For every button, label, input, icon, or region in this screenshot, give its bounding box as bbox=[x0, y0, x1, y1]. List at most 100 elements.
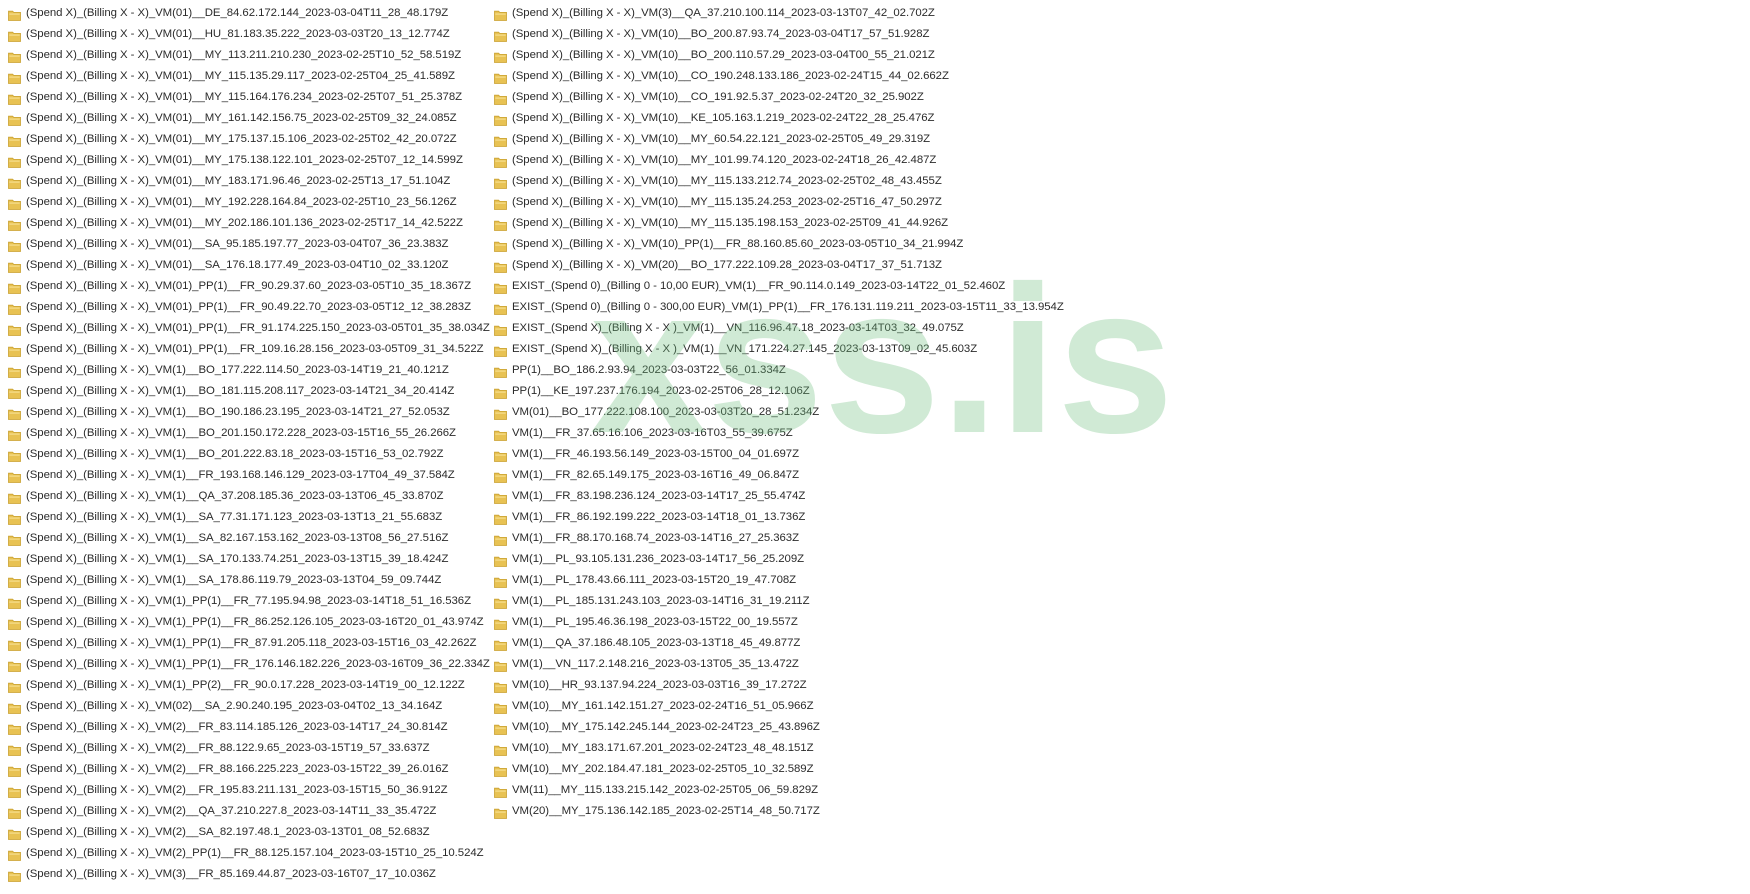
folder-item[interactable]: VM(1)__FR_46.193.56.149_2023-03-15T00_04… bbox=[494, 444, 1054, 465]
folder-item[interactable]: (Spend X)_(Billing X - X)_VM(1)__FR_193.… bbox=[8, 465, 494, 486]
folder-name: (Spend X)_(Billing X - X)_VM(2)__FR_83.1… bbox=[26, 721, 448, 733]
folder-item[interactable]: VM(1)__PL_195.46.36.198_2023-03-15T22_00… bbox=[494, 612, 1054, 633]
folder-item[interactable]: VM(1)__FR_37.65.16.106_2023-03-16T03_55_… bbox=[494, 423, 1054, 444]
folder-item[interactable]: (Spend X)_(Billing X - X)_VM(01)__MY_192… bbox=[8, 192, 494, 213]
folder-item[interactable]: (Spend X)_(Billing X - X)_VM(1)_PP(1)__F… bbox=[8, 654, 494, 675]
folder-item[interactable]: (Spend X)_(Billing X - X)_VM(1)__BO_181.… bbox=[8, 381, 494, 402]
folder-item[interactable]: (Spend X)_(Billing X - X)_VM(01)_PP(1)__… bbox=[8, 297, 494, 318]
folder-item[interactable]: (Spend X)_(Billing X - X)_VM(1)__QA_37.2… bbox=[8, 486, 494, 507]
folder-item[interactable]: EXIST_(Spend X)_(Billing X - X )_VM(1)__… bbox=[494, 318, 1054, 339]
folder-item[interactable]: VM(20)__MY_175.136.142.185_2023-02-25T14… bbox=[494, 801, 1054, 822]
folder-item[interactable]: (Spend X)_(Billing X - X)_VM(2)_PP(1)__F… bbox=[8, 843, 494, 864]
folder-item[interactable]: (Spend X)_(Billing X - X)_VM(10)__MY_101… bbox=[494, 150, 1054, 171]
folder-item[interactable]: (Spend X)_(Billing X - X)_VM(1)__BO_190.… bbox=[8, 402, 494, 423]
folder-item[interactable]: (Spend X)_(Billing X - X)_VM(02)__SA_2.9… bbox=[8, 696, 494, 717]
folder-item[interactable]: (Spend X)_(Billing X - X)_VM(1)_PP(1)__F… bbox=[8, 633, 494, 654]
folder-item[interactable]: (Spend X)_(Billing X - X)_VM(10)__BO_200… bbox=[494, 45, 1054, 66]
folder-item[interactable]: VM(10)__MY_161.142.151.27_2023-02-24T16_… bbox=[494, 696, 1054, 717]
folder-item[interactable]: (Spend X)_(Billing X - X)_VM(1)__BO_201.… bbox=[8, 444, 494, 465]
folder-item[interactable]: VM(10)__MY_175.142.245.144_2023-02-24T23… bbox=[494, 717, 1054, 738]
folder-icon bbox=[8, 386, 21, 399]
folder-item[interactable]: (Spend X)_(Billing X - X)_VM(1)__BO_201.… bbox=[8, 423, 494, 444]
folder-item[interactable]: VM(10)__HR_93.137.94.224_2023-03-03T16_3… bbox=[494, 675, 1054, 696]
folder-name: (Spend X)_(Billing X - X)_VM(01)__MY_115… bbox=[26, 70, 455, 82]
folder-icon bbox=[8, 722, 21, 735]
folder-item[interactable]: (Spend X)_(Billing X - X)_VM(01)__MY_115… bbox=[8, 66, 494, 87]
folder-item[interactable]: (Spend X)_(Billing X - X)_VM(01)__MY_115… bbox=[8, 87, 494, 108]
folder-item[interactable]: (Spend X)_(Billing X - X)_VM(10)_PP(1)__… bbox=[494, 234, 1054, 255]
folder-item[interactable]: (Spend X)_(Billing X - X)_VM(01)__MY_183… bbox=[8, 171, 494, 192]
folder-item[interactable]: VM(1)__FR_82.65.149.175_2023-03-16T16_49… bbox=[494, 465, 1054, 486]
folder-item[interactable]: (Spend X)_(Billing X - X)_VM(01)__MY_175… bbox=[8, 129, 494, 150]
folder-name: (Spend X)_(Billing X - X)_VM(2)_PP(1)__F… bbox=[26, 847, 484, 859]
folder-item[interactable]: (Spend X)_(Billing X - X)_VM(10)__MY_60.… bbox=[494, 129, 1054, 150]
folder-name: (Spend X)_(Billing X - X)_VM(10)__MY_115… bbox=[512, 217, 949, 229]
folder-item[interactable]: VM(1)__VN_117.2.148.216_2023-03-13T05_35… bbox=[494, 654, 1054, 675]
folder-item[interactable]: (Spend X)_(Billing X - X)_VM(01)__MY_175… bbox=[8, 150, 494, 171]
folder-item[interactable]: (Spend X)_(Billing X - X)_VM(2)__QA_37.2… bbox=[8, 801, 494, 822]
folder-item[interactable]: VM(11)__MY_115.133.215.142_2023-02-25T05… bbox=[494, 780, 1054, 801]
folder-item[interactable]: (Spend X)_(Billing X - X)_VM(01)__MY_113… bbox=[8, 45, 494, 66]
folder-item[interactable]: (Spend X)_(Billing X - X)_VM(01)__MY_202… bbox=[8, 213, 494, 234]
folder-item[interactable]: (Spend X)_(Billing X - X)_VM(01)_PP(1)__… bbox=[8, 318, 494, 339]
folder-icon bbox=[494, 218, 507, 231]
folder-item[interactable]: (Spend X)_(Billing X - X)_VM(10)__MY_115… bbox=[494, 171, 1054, 192]
folder-item[interactable]: (Spend X)_(Billing X - X)_VM(2)__SA_82.1… bbox=[8, 822, 494, 843]
folder-item[interactable]: (Spend X)_(Billing X - X)_VM(1)__SA_82.1… bbox=[8, 528, 494, 549]
folder-item[interactable]: (Spend X)_(Billing X - X)_VM(1)_PP(1)__F… bbox=[8, 612, 494, 633]
folder-icon bbox=[494, 365, 507, 378]
folder-icon bbox=[8, 491, 21, 504]
folder-item[interactable]: (Spend X)_(Billing X - X)_VM(1)__SA_77.3… bbox=[8, 507, 494, 528]
folder-item[interactable]: (Spend X)_(Billing X - X)_VM(1)_PP(2)__F… bbox=[8, 675, 494, 696]
folder-item[interactable]: VM(01)__BO_177.222.108.100_2023-03-03T20… bbox=[494, 402, 1054, 423]
folder-item[interactable]: VM(10)__MY_202.184.47.181_2023-02-25T05_… bbox=[494, 759, 1054, 780]
folder-item[interactable]: EXIST_(Spend 0)_(Billing 0 - 10,00 EUR)_… bbox=[494, 276, 1054, 297]
folder-item[interactable]: (Spend X)_(Billing X - X)_VM(2)__FR_195.… bbox=[8, 780, 494, 801]
folder-item[interactable]: VM(1)__PL_178.43.66.111_2023-03-15T20_19… bbox=[494, 570, 1054, 591]
folder-icon bbox=[494, 8, 507, 21]
folder-item[interactable]: (Spend X)_(Billing X - X)_VM(10)__MY_115… bbox=[494, 192, 1054, 213]
folder-item[interactable]: (Spend X)_(Billing X - X)_VM(10)__CO_190… bbox=[494, 66, 1054, 87]
folder-item[interactable]: (Spend X)_(Billing X - X)_VM(1)__BO_177.… bbox=[8, 360, 494, 381]
folder-item[interactable]: EXIST_(Spend 0)_(Billing 0 - 300,00 EUR)… bbox=[494, 297, 1064, 318]
folder-item[interactable]: (Spend X)_(Billing X - X)_VM(3)__FR_85.1… bbox=[8, 864, 494, 885]
folder-item[interactable]: (Spend X)_(Billing X - X)_VM(01)_PP(1)__… bbox=[8, 276, 494, 297]
folder-item[interactable]: (Spend X)_(Billing X - X)_VM(1)__SA_170.… bbox=[8, 549, 494, 570]
folder-icon bbox=[8, 302, 21, 315]
folder-item[interactable]: (Spend X)_(Billing X - X)_VM(10)__KE_105… bbox=[494, 108, 1054, 129]
folder-item[interactable]: (Spend X)_(Billing X - X)_VM(3)__QA_37.2… bbox=[494, 3, 1054, 24]
folder-item[interactable]: (Spend X)_(Billing X - X)_VM(01)__SA_176… bbox=[8, 255, 494, 276]
folder-item[interactable]: VM(1)__FR_88.170.168.74_2023-03-14T16_27… bbox=[494, 528, 1054, 549]
folder-icon bbox=[8, 596, 21, 609]
folder-item[interactable]: (Spend X)_(Billing X - X)_VM(01)__MY_161… bbox=[8, 108, 494, 129]
folder-item[interactable]: (Spend X)_(Billing X - X)_VM(1)_PP(1)__F… bbox=[8, 591, 494, 612]
folder-item[interactable]: (Spend X)_(Billing X - X)_VM(2)__FR_88.1… bbox=[8, 738, 494, 759]
folder-icon bbox=[8, 659, 21, 672]
folder-item[interactable]: VM(1)__FR_83.198.236.124_2023-03-14T17_2… bbox=[494, 486, 1054, 507]
folder-item[interactable]: (Spend X)_(Billing X - X)_VM(01)__DE_84.… bbox=[8, 3, 494, 24]
folder-item[interactable]: VM(1)__FR_86.192.199.222_2023-03-14T18_0… bbox=[494, 507, 1054, 528]
folder-item[interactable]: (Spend X)_(Billing X - X)_VM(10)__CO_191… bbox=[494, 87, 1054, 108]
folder-item[interactable]: VM(1)__PL_185.131.243.103_2023-03-14T16_… bbox=[494, 591, 1054, 612]
folder-item[interactable]: EXIST_(Spend X)_(Billing X - X )_VM(1)__… bbox=[494, 339, 1054, 360]
folder-item[interactable]: (Spend X)_(Billing X - X)_VM(01)_PP(1)__… bbox=[8, 339, 494, 360]
folder-icon bbox=[494, 155, 507, 168]
folder-item[interactable]: PP(1)__BO_186.2.93.94_2023-03-03T22_56_0… bbox=[494, 360, 1054, 381]
folder-item[interactable]: (Spend X)_(Billing X - X)_VM(2)__FR_83.1… bbox=[8, 717, 494, 738]
folder-name: VM(01)__BO_177.222.108.100_2023-03-03T20… bbox=[512, 406, 820, 418]
folder-item[interactable]: (Spend X)_(Billing X - X)_VM(01)__HU_81.… bbox=[8, 24, 494, 45]
folder-item[interactable]: (Spend X)_(Billing X - X)_VM(2)__FR_88.1… bbox=[8, 759, 494, 780]
folder-name: VM(10)__MY_175.142.245.144_2023-02-24T23… bbox=[512, 721, 820, 733]
folder-item[interactable]: (Spend X)_(Billing X - X)_VM(10)__MY_115… bbox=[494, 213, 1054, 234]
folder-item[interactable]: VM(1)__QA_37.186.48.105_2023-03-13T18_45… bbox=[494, 633, 1054, 654]
folder-item[interactable]: VM(10)__MY_183.171.67.201_2023-02-24T23_… bbox=[494, 738, 1054, 759]
folder-name: VM(1)__PL_178.43.66.111_2023-03-15T20_19… bbox=[512, 574, 797, 586]
folder-item[interactable]: (Spend X)_(Billing X - X)_VM(20)__BO_177… bbox=[494, 255, 1054, 276]
folder-item[interactable]: (Spend X)_(Billing X - X)_VM(1)__SA_178.… bbox=[8, 570, 494, 591]
folder-item[interactable]: PP(1)__KE_197.237.176.194_2023-02-25T06_… bbox=[494, 381, 1054, 402]
folder-icon bbox=[494, 92, 507, 105]
folder-item[interactable]: (Spend X)_(Billing X - X)_VM(10)__BO_200… bbox=[494, 24, 1054, 45]
folder-name: (Spend X)_(Billing X - X)_VM(3)__FR_85.1… bbox=[26, 868, 436, 880]
folder-item[interactable]: VM(1)__PL_93.105.131.236_2023-03-14T17_5… bbox=[494, 549, 1054, 570]
folder-item[interactable]: (Spend X)_(Billing X - X)_VM(01)__SA_95.… bbox=[8, 234, 494, 255]
